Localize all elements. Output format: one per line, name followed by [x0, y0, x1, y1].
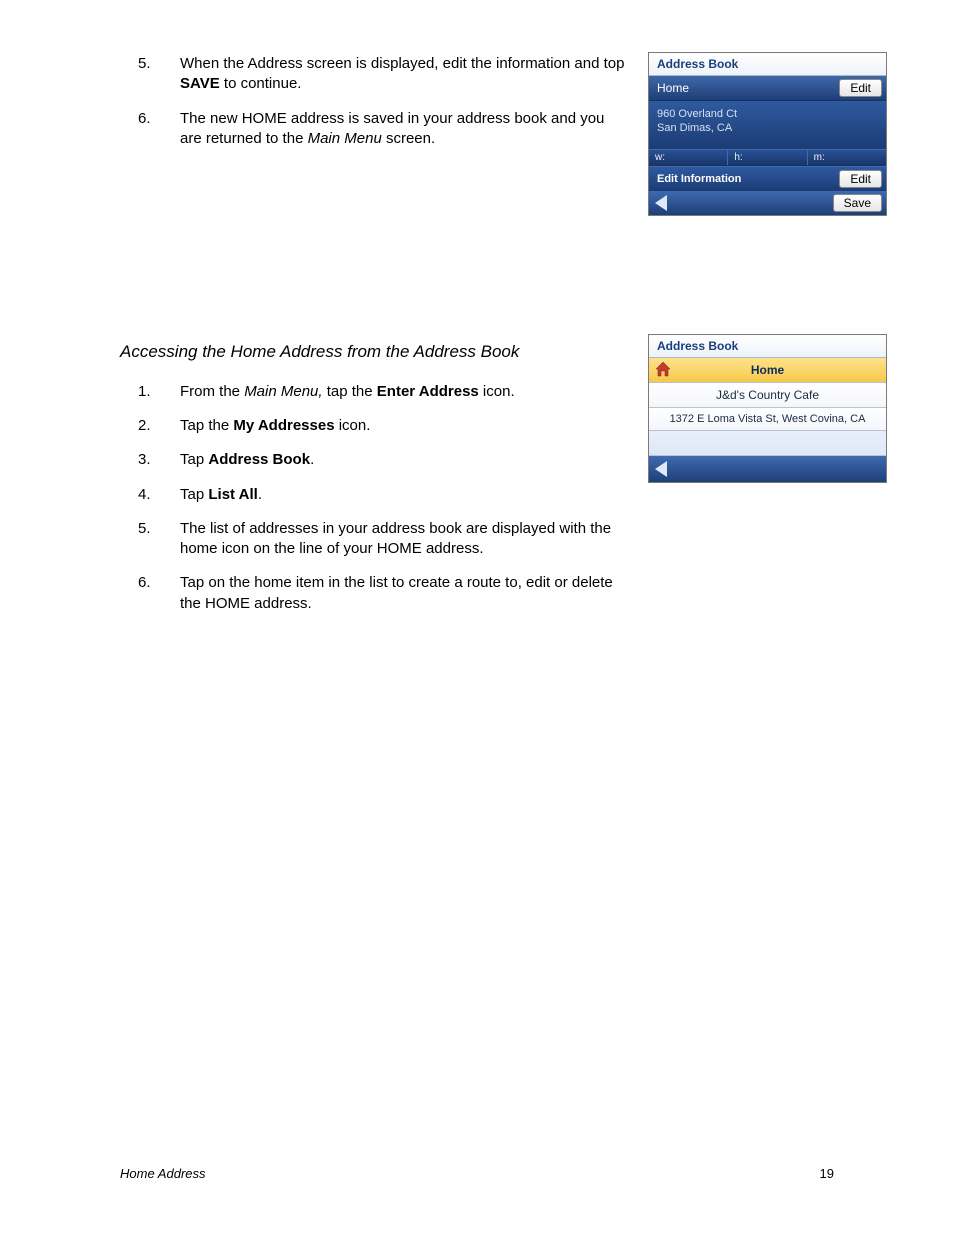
list-row-cafe[interactable]: J&d's Country Cafe: [649, 383, 886, 408]
instruction-step: 6.The new HOME address is saved in your …: [138, 109, 626, 150]
instruction-column: 5.When the Address screen is displayed, …: [138, 54, 626, 628]
screen-footer: [649, 456, 886, 482]
back-icon[interactable]: [655, 461, 667, 477]
address-line-1: 960 Overland Ct: [657, 107, 878, 121]
home-icon: [655, 361, 671, 377]
step-number: 1.: [138, 382, 180, 402]
edit-button[interactable]: Edit: [839, 79, 882, 97]
step-number: 3.: [138, 450, 180, 470]
step-number: 5.: [138, 519, 180, 560]
home-row: Home Edit: [649, 76, 886, 101]
list-row-cafe-label: J&d's Country Cafe: [716, 388, 819, 402]
step-number: 6.: [138, 109, 180, 150]
screen-title: Address Book: [649, 335, 886, 358]
back-icon[interactable]: [655, 195, 667, 211]
list-row-home[interactable]: Home: [649, 358, 886, 383]
tab-work[interactable]: w:: [649, 150, 728, 165]
step-body: Tap the My Addresses icon.: [180, 416, 626, 436]
step-number: 4.: [138, 485, 180, 505]
instruction-step: 4.Tap List All.: [138, 485, 626, 505]
instruction-step: 3.Tap Address Book.: [138, 450, 626, 470]
step-body: Tap on the home item in the list to crea…: [180, 573, 626, 614]
tab-mobile[interactable]: m:: [808, 150, 886, 165]
list-row-address[interactable]: 1372 E Loma Vista St, West Covina, CA: [649, 408, 886, 431]
screen-title: Address Book: [649, 53, 886, 76]
step-body: When the Address screen is displayed, ed…: [180, 54, 626, 95]
footer-title: Home Address: [120, 1166, 206, 1181]
instruction-step: 5.When the Address screen is displayed, …: [138, 54, 626, 95]
screen-footer: Save: [649, 191, 886, 215]
phone-tabs: w: h: m:: [649, 149, 886, 166]
list-row-address-label: 1372 E Loma Vista St, West Covina, CA: [670, 413, 866, 425]
step-body: The new HOME address is saved in your ad…: [180, 109, 626, 150]
page-footer: Home Address 19: [120, 1166, 834, 1181]
step-body: The list of addresses in your address bo…: [180, 519, 626, 560]
step-body: From the Main Menu, tap the Enter Addres…: [180, 382, 626, 402]
step-number: 5.: [138, 54, 180, 95]
edit-info-button[interactable]: Edit: [839, 170, 882, 188]
screenshot-address-book-edit: Address Book Home Edit 960 Overland Ct S…: [648, 52, 887, 216]
instruction-step: 2.Tap the My Addresses icon.: [138, 416, 626, 436]
instruction-step: 6.Tap on the home item in the list to cr…: [138, 573, 626, 614]
address-line-2: San Dimas, CA: [657, 121, 878, 135]
list-row-home-label: Home: [751, 363, 784, 377]
step-number: 2.: [138, 416, 180, 436]
step-body: Tap Address Book.: [180, 450, 626, 470]
list-row-empty: [649, 431, 886, 456]
edit-information-label: Edit Information: [657, 173, 741, 185]
section-heading: Accessing the Home Address from the Addr…: [120, 341, 626, 364]
step-body: Tap List All.: [180, 485, 626, 505]
edit-information-row: Edit Information Edit: [649, 166, 886, 191]
page-number: 19: [820, 1166, 834, 1181]
home-label: Home: [657, 81, 689, 95]
screenshot-address-book-list: Address Book Home J&d's Country Cafe 137…: [648, 334, 887, 483]
address-display: 960 Overland Ct San Dimas, CA: [649, 101, 886, 149]
save-button[interactable]: Save: [833, 194, 882, 212]
tab-home[interactable]: h:: [728, 150, 807, 165]
instruction-step: 1.From the Main Menu, tap the Enter Addr…: [138, 382, 626, 402]
step-number: 6.: [138, 573, 180, 614]
instruction-step: 5.The list of addresses in your address …: [138, 519, 626, 560]
